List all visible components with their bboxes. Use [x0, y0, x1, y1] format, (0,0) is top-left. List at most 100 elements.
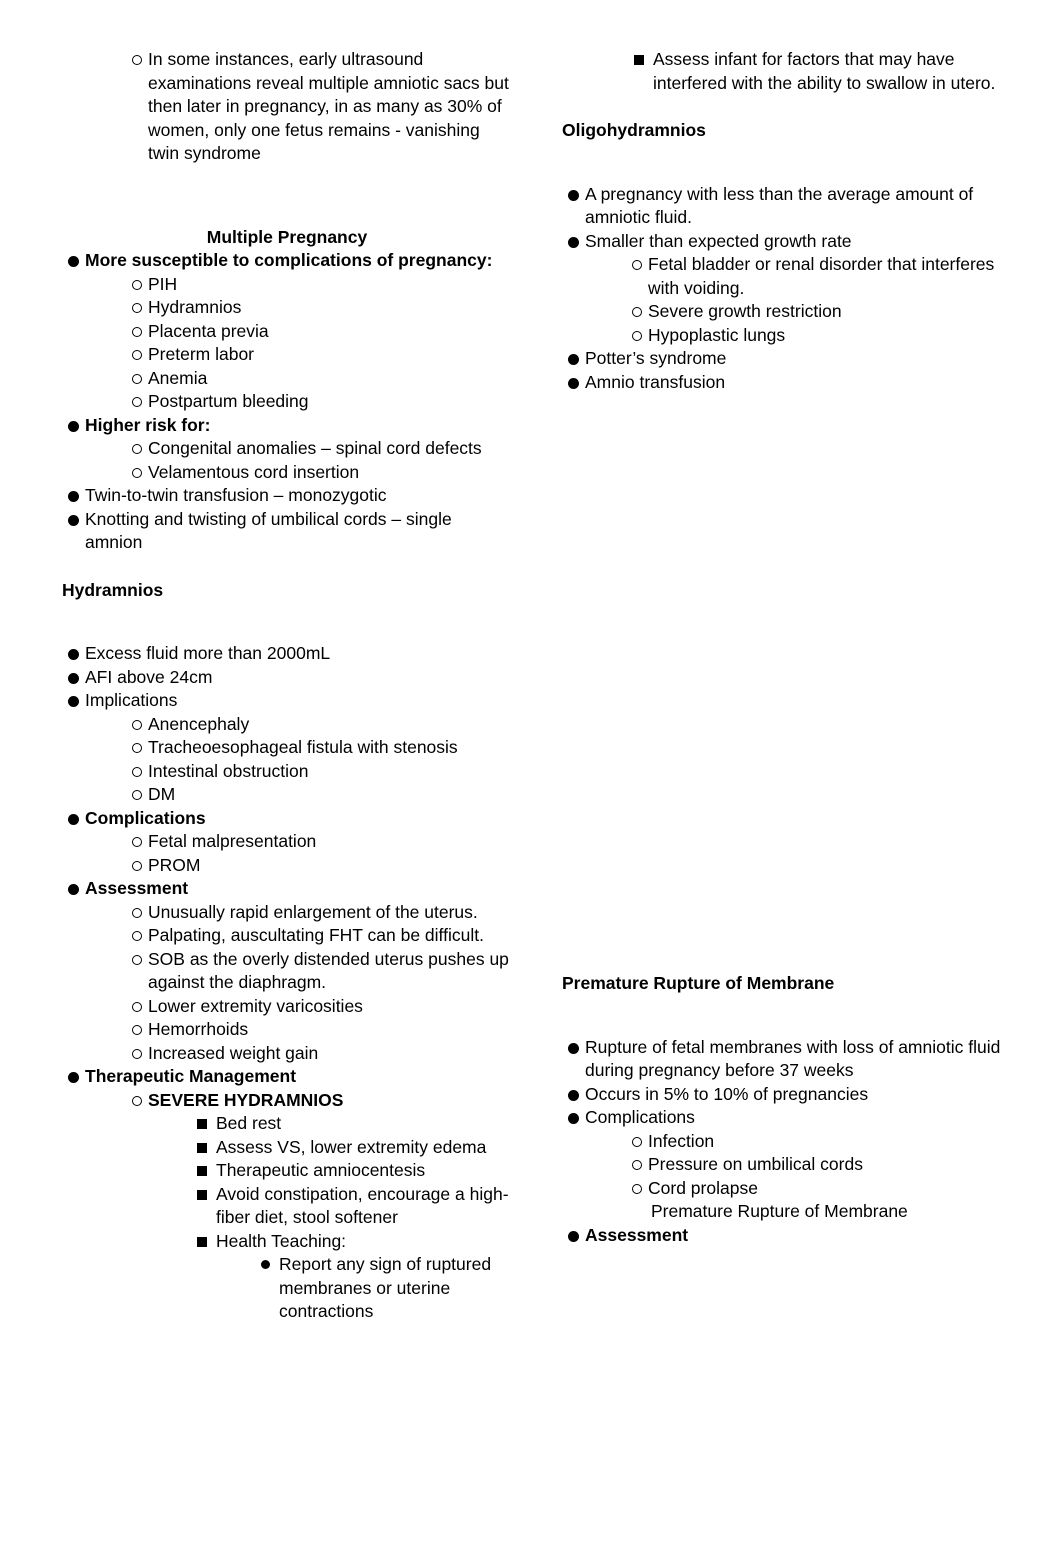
list-item: Higher risk for: — [62, 414, 512, 438]
list-item: Preterm labor — [62, 343, 512, 367]
list-item: Velamentous cord insertion — [62, 461, 512, 485]
list-item: Anencephaly — [62, 713, 512, 737]
list-item-label: Hydramnios — [148, 297, 242, 317]
list-item-label: PIH — [148, 273, 178, 294]
list-item-label: Palpating, auscultating FHT can be diffi… — [148, 925, 484, 945]
list-item: PROM — [62, 854, 512, 878]
list-item-label: Implications — [85, 690, 178, 710]
hollow-circle-bullet-icon — [125, 995, 148, 1012]
hollow-circle-bullet-icon — [125, 343, 148, 360]
right-column: Assess infant for factors that may have … — [562, 48, 1014, 1247]
filled-square-bullet-icon — [188, 1112, 216, 1129]
list-item: Unusually rapid enlargement of the uteru… — [62, 901, 512, 925]
list-item-label: Fetal bladder or renal disorder that int… — [648, 254, 995, 298]
list-item-label: Cord prolapse — [648, 1177, 758, 1198]
list-item: Therapeutic Management — [62, 1065, 512, 1089]
disc-bullet-icon — [62, 484, 85, 502]
list-item-label: Tracheoesophageal fistula with stenosis — [148, 737, 458, 757]
list-item-label: Lower extremity varicosities — [148, 995, 363, 1016]
list-item-label: Higher risk for: — [85, 414, 211, 435]
list-item: AFI above 24cm — [62, 666, 512, 690]
hollow-circle-bullet-icon — [625, 324, 648, 341]
hollow-circle-bullet-icon — [625, 1177, 648, 1194]
hollow-circle-bullet-icon — [125, 390, 148, 407]
hollow-circle-bullet-icon — [125, 783, 148, 800]
list-item: Pressure on umbilical cords — [562, 1153, 1014, 1177]
hollow-circle-bullet-icon — [125, 273, 148, 290]
list-item-label: PROM — [148, 854, 201, 875]
list-item: Severe growth restriction — [562, 300, 1014, 324]
list-item-label: Therapeutic amniocentesis — [216, 1160, 426, 1180]
hollow-circle-bullet-icon — [125, 736, 148, 753]
disc-bullet-icon — [562, 183, 585, 201]
filled-square-bullet-icon — [188, 1230, 216, 1247]
disc-bullet-icon — [62, 807, 85, 825]
disc-bullet-icon — [562, 230, 585, 248]
list-item-label: More susceptible to complications of pre… — [85, 250, 493, 270]
list-item-label: Avoid constipation, encourage a high-fib… — [216, 1183, 509, 1228]
disc-bullet-icon — [562, 347, 585, 365]
list-item: Smaller than expected growth rate — [562, 230, 1014, 254]
list-item: Intestinal obstruction — [62, 760, 512, 784]
hollow-circle-bullet-icon — [125, 461, 148, 478]
list-item: Fetal bladder or renal disorder that int… — [562, 253, 1014, 300]
list-item: Increased weight gain — [62, 1042, 512, 1066]
list-item: Rupture of fetal membranes with loss of … — [562, 1036, 1014, 1083]
list-item: Palpating, auscultating FHT can be diffi… — [62, 924, 512, 948]
list-item-label: In some instances, early ultrasound exam… — [148, 49, 509, 163]
disc-bullet-icon — [562, 1083, 585, 1101]
list-item: Implications — [62, 689, 512, 713]
list-item-label: Congenital anomalies – spinal cord defec… — [148, 438, 482, 458]
list-item: Therapeutic amniocentesis — [62, 1159, 512, 1183]
list-item: Hemorrhoids — [62, 1018, 512, 1042]
list-item: Assessment — [562, 1224, 1014, 1248]
list-item: Congenital anomalies – spinal cord defec… — [62, 437, 512, 461]
list-item-label: AFI above 24cm — [85, 666, 213, 687]
list-item-label: Anencephaly — [148, 713, 250, 734]
list-item-label: SEVERE HYDRAMNIOS — [148, 1089, 344, 1110]
disc-bullet-icon — [562, 1036, 585, 1054]
list-item-label: Assess infant for factors that may have … — [653, 49, 996, 93]
hollow-circle-bullet-icon — [625, 253, 648, 270]
list-item: Lower extremity varicosities — [62, 995, 512, 1019]
list-item: SOB as the overly distended uterus pushe… — [62, 948, 512, 995]
list-item-label: Occurs in 5% to 10% of pregnancies — [585, 1083, 869, 1104]
filled-square-bullet-icon — [188, 1183, 216, 1200]
hollow-circle-bullet-icon — [125, 1018, 148, 1035]
list-item-label: DM — [148, 784, 176, 804]
hollow-circle-bullet-icon — [125, 367, 148, 384]
list-item-label: Placenta previa — [148, 320, 269, 341]
list-item: Excess fluid more than 2000mL — [62, 642, 512, 666]
list-item: Bed rest — [62, 1112, 512, 1136]
disc-bullet-icon — [62, 249, 85, 267]
hollow-circle-bullet-icon — [625, 300, 648, 317]
list-item-label: Hemorrhoids — [148, 1019, 249, 1039]
disc-bullet-icon — [562, 371, 585, 389]
hollow-circle-bullet-icon — [125, 854, 148, 871]
disc-bullet-icon — [62, 689, 85, 707]
list-item-label: Therapeutic Management — [85, 1066, 297, 1086]
filled-square-bullet-icon — [625, 48, 653, 65]
disc-bullet-icon — [562, 1106, 585, 1124]
list-item: Assess VS, lower extremity edema — [62, 1136, 512, 1160]
list-item-label: Report any sign of ruptured membranes or… — [279, 1254, 492, 1321]
hollow-circle-bullet-icon — [125, 1042, 148, 1059]
list-item: Assess infant for factors that may have … — [562, 48, 1014, 95]
list-item: A pregnancy with less than the average a… — [562, 183, 1014, 230]
list-item: Cord prolapse — [562, 1177, 1014, 1201]
list-item-label: Assessment — [585, 1224, 689, 1245]
hollow-circle-bullet-icon — [125, 1089, 148, 1106]
list-item-label: Preterm labor — [148, 344, 255, 364]
list-item: Fetal malpresentation — [62, 830, 512, 854]
hollow-circle-bullet-icon — [125, 296, 148, 313]
hollow-circle-bullet-icon — [125, 320, 148, 337]
hollow-circle-bullet-icon — [125, 948, 148, 965]
list-item-label: Health Teaching: — [216, 1230, 347, 1251]
list-item: Occurs in 5% to 10% of pregnancies — [562, 1083, 1014, 1107]
list-item-label: Complications — [585, 1107, 695, 1127]
list-item: Health Teaching: — [62, 1230, 512, 1254]
list-item-label: Complications — [85, 807, 206, 828]
list-item-label: Hypoplastic lungs — [648, 324, 786, 345]
list-item-label: Bed rest — [216, 1113, 282, 1133]
list-item: Amnio transfusion — [562, 371, 1014, 395]
